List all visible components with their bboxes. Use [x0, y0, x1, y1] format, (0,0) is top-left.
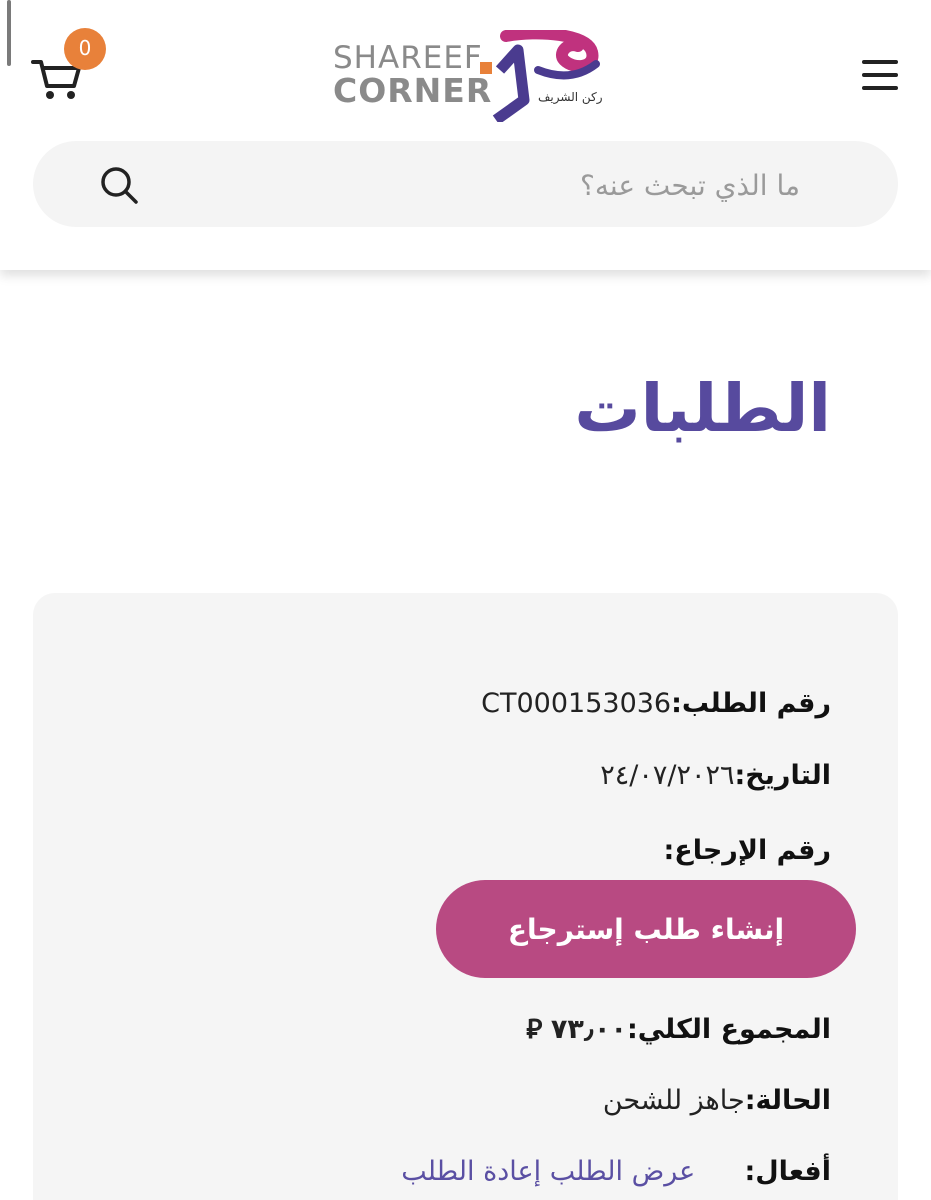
logo-line-2: CORNER [333, 71, 493, 110]
return-number-label: رقم الإرجاع: [663, 835, 831, 866]
order-status-label: الحالة: [744, 1085, 831, 1116]
logo[interactable]: SHAREEF CORNER ركن الشريف [328, 30, 608, 122]
return-number-row: رقم الإرجاع: [663, 835, 831, 866]
order-date-value: ٢٤/٠٧/٢٠٢٦ [600, 760, 735, 791]
search-icon[interactable] [99, 165, 139, 205]
page-title: الطلبات [574, 370, 831, 447]
order-date-label: التاريخ: [734, 760, 832, 791]
order-actions-label: أفعال: [744, 1156, 831, 1187]
currency-symbol: ⃁ [526, 1014, 543, 1045]
logo-mark-icon [480, 30, 600, 122]
view-order-link[interactable]: عرض الطلب [550, 1156, 696, 1187]
search-bar [33, 141, 898, 227]
search-input[interactable] [158, 159, 802, 211]
order-number-label: رقم الطلب: [671, 688, 831, 719]
order-actions-row: أفعال: عرض الطلب إعادة الطلب [401, 1156, 831, 1187]
header: 0 SHAREEF CORNER ركن الشريف [0, 0, 931, 270]
order-number-row: رقم الطلب:CT000153036 [481, 688, 831, 719]
cart-count-badge: 0 [64, 28, 106, 70]
create-return-request-button[interactable]: إنشاء طلب إسترجاع [436, 880, 856, 978]
page: 0 SHAREEF CORNER ركن الشريف ما الذي تبحث… [0, 0, 931, 1200]
logo-arabic-text: ركن الشريف [538, 90, 603, 104]
order-status-value: جاهز للشحن [602, 1085, 745, 1116]
menu-button[interactable] [862, 60, 900, 96]
order-total-row: المجموع الكلي:٧٣٫٠٠ ⃁ [526, 1012, 831, 1046]
order-number-value: CT000153036 [481, 688, 672, 719]
order-date-row: التاريخ:٢٤/٠٧/٢٠٢٦ [600, 760, 831, 791]
order-total-label: المجموع الكلي: [626, 1014, 831, 1045]
order-status-row: الحالة:جاهز للشحن [603, 1085, 831, 1116]
scroll-indicator[interactable] [7, 0, 11, 66]
hamburger-menu-icon [862, 60, 900, 90]
order-total-value: ٧٣٫٠٠ [550, 1014, 627, 1045]
reorder-link[interactable]: إعادة الطلب [401, 1156, 541, 1187]
